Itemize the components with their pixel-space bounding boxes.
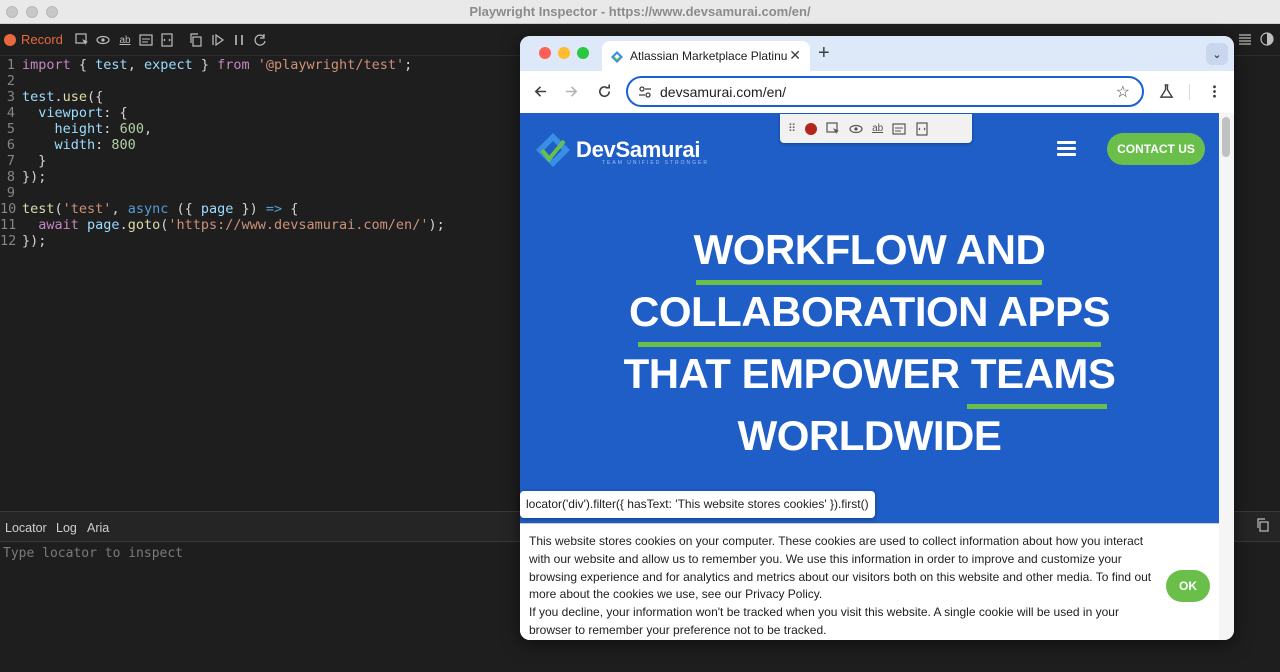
cookie-ok-button[interactable]: OK (1166, 570, 1210, 602)
cookie-text: This website stores cookies on your comp… (529, 533, 1159, 640)
code-line: 12}); (0, 233, 47, 249)
devsamurai-logo-icon (536, 133, 570, 167)
flask-icon[interactable] (1156, 81, 1176, 101)
page-scrollbar[interactable] (1219, 113, 1234, 640)
contact-us-button[interactable]: CONTACT US (1107, 133, 1205, 165)
hero-underline (638, 342, 1101, 347)
more-menu-icon[interactable] (1204, 81, 1224, 101)
settings-list-icon[interactable] (1238, 32, 1254, 48)
site-info-icon[interactable] (638, 85, 652, 99)
tab-aria[interactable]: Aria (87, 521, 109, 535)
maximize-window-button[interactable] (577, 47, 589, 59)
theme-toggle-icon[interactable] (1260, 32, 1276, 48)
code-line: 4 viewport: { (6, 105, 128, 121)
assert-text-icon[interactable]: ab (117, 32, 133, 48)
copy-locator-icon[interactable] (1256, 518, 1270, 532)
hero-line-4: WORLDWIDE (737, 412, 1002, 459)
resume-icon[interactable] (210, 32, 226, 48)
assert-value-icon[interactable] (892, 122, 906, 136)
code-editor[interactable]: 1 import { test, expect } from '@playwrig… (0, 57, 520, 507)
assert-snapshot-icon[interactable] (915, 121, 929, 136)
toolbar-divider (1189, 84, 1190, 100)
close-window-button[interactable] (539, 47, 551, 59)
pause-icon[interactable] (231, 32, 247, 48)
new-tab-button[interactable]: + (818, 42, 830, 65)
web-page: DevSamurai TEAM UNIFIED STRONGER ⠿ ab CO… (520, 113, 1219, 523)
reload-icon[interactable] (594, 81, 614, 101)
forward-arrow-icon[interactable] (561, 81, 581, 101)
minimize-window-button[interactable] (558, 47, 570, 59)
hero-underline (696, 280, 1042, 285)
code-line: 6 width: 800 (6, 137, 136, 153)
copy-icon[interactable] (188, 32, 204, 48)
code-line: 8}); (6, 169, 47, 185)
tab-locator[interactable]: Locator (5, 521, 47, 535)
assert-visibility-icon[interactable] (849, 122, 863, 136)
code-line: 9 (6, 185, 15, 201)
code-line: 7 } (6, 153, 47, 169)
code-line: 3 test.use({ (6, 89, 104, 105)
code-line: 11 await page.goto('https://www.devsamur… (0, 217, 445, 233)
cookie-paragraph: This website stores cookies on your comp… (529, 534, 1152, 602)
inspector-titlebar: Playwright Inspector - https://www.devsa… (0, 0, 1280, 24)
pick-locator-icon[interactable] (74, 32, 90, 48)
drag-handle-icon[interactable]: ⠿ (788, 122, 796, 135)
address-bar[interactable]: devsamurai.com/en/ ☆ (626, 76, 1144, 107)
assert-snapshot-icon[interactable] (159, 32, 175, 48)
hamburger-menu-icon[interactable] (1057, 141, 1076, 156)
step-over-icon[interactable] (252, 32, 268, 48)
record-button[interactable]: Record (4, 32, 63, 47)
tab-search-button[interactable]: ⌄ (1206, 43, 1228, 65)
bookmark-star-icon[interactable]: ☆ (1116, 82, 1130, 102)
locator-tooltip: locator('div').filter({ hasText: 'This w… (520, 491, 875, 518)
cookie-banner: This website stores cookies on your comp… (520, 523, 1219, 640)
code-line: 1 import { test, expect } from '@playwrig… (6, 57, 413, 73)
tab-title: Atlassian Marketplace Platinum Partner (630, 49, 788, 63)
devsamurai-logo[interactable]: DevSamurai TEAM UNIFIED STRONGER (536, 133, 707, 167)
code-line: 2 (6, 73, 15, 89)
code-line: 10 test('test', async ({ page }) => { (0, 201, 299, 217)
code-line: 5 height: 600, (6, 121, 153, 137)
browser-tabbar: Atlassian Marketplace Platinum Partner ✕… (520, 36, 1234, 71)
cookie-paragraph: If you decline, your information won't b… (529, 605, 1119, 637)
assert-text-icon[interactable]: ab (872, 123, 883, 134)
hero-line-1: WORKFLOW AND (693, 226, 1046, 273)
record-icon[interactable] (805, 122, 818, 135)
pick-locator-icon[interactable] (826, 121, 840, 136)
back-arrow-icon[interactable] (530, 81, 550, 101)
inspector-window-title: Playwright Inspector - https://www.devsa… (469, 4, 811, 19)
browser-toolbar: devsamurai.com/en/ ☆ (520, 71, 1234, 113)
locator-input[interactable]: Type locator to inspect (3, 546, 183, 561)
playwright-overlay-toolbar: ⠿ ab (780, 114, 972, 143)
devsamurai-favicon-icon (611, 50, 623, 63)
brand-tagline: TEAM UNIFIED STRONGER (602, 160, 710, 166)
tab-log[interactable]: Log (56, 521, 77, 535)
close-tab-icon[interactable]: ✕ (789, 47, 801, 64)
hero-line-3: THAT EMPOWER TEAMS (623, 350, 1116, 397)
assert-value-icon[interactable] (138, 32, 154, 48)
browser-window: Atlassian Marketplace Platinum Partner ✕… (520, 36, 1234, 640)
hero-line-2: COLLABORATION APPS (629, 288, 1111, 335)
record-label: Record (21, 32, 63, 47)
record-icon (4, 33, 16, 46)
assert-visibility-icon[interactable] (95, 32, 111, 48)
scrollbar-thumb[interactable] (1222, 117, 1230, 157)
browser-tab[interactable]: Atlassian Marketplace Platinum Partner ✕ (602, 41, 810, 71)
url-text: devsamurai.com/en/ (660, 84, 787, 100)
hero-underline (967, 404, 1107, 409)
